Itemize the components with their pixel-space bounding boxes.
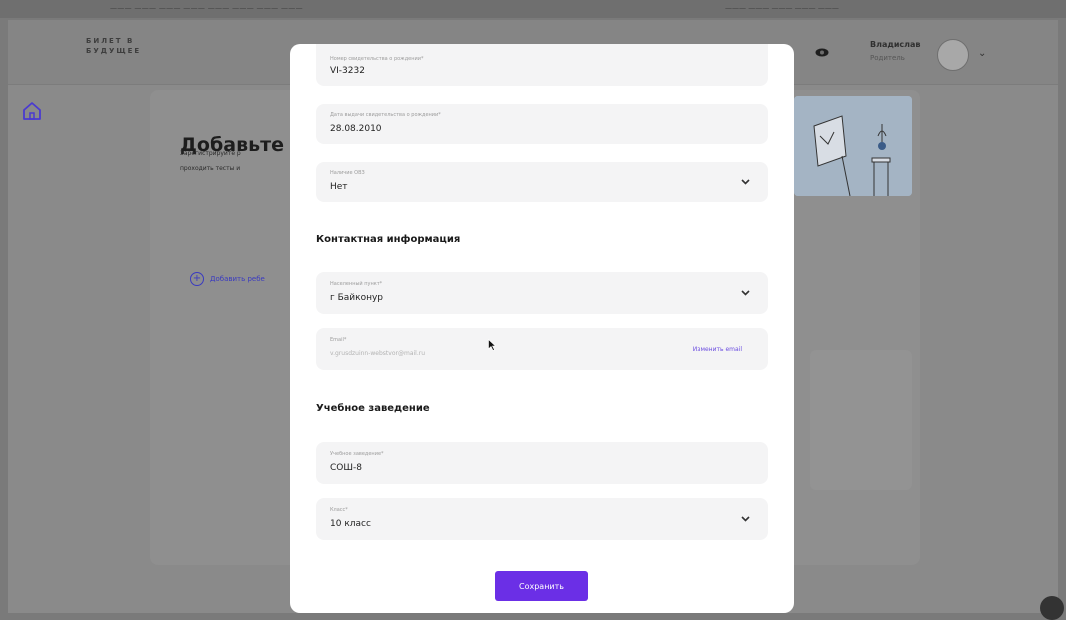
- user-name[interactable]: Владислав: [870, 40, 920, 49]
- education-section-title: Учебное заведение: [316, 403, 430, 414]
- field-value: 10 класс: [330, 519, 371, 529]
- email-field[interactable]: Email* v.grusdzuinn-webstvor@mail.ru Изм…: [316, 328, 768, 370]
- browser-top-strip: ——— ——— ——— ——— ——— ——— ——— ——— ——— ——— …: [0, 0, 1066, 18]
- class-select[interactable]: Класс* 10 класс: [316, 498, 768, 540]
- field-label: Дата выдачи свидетельства о рождении*: [330, 112, 441, 118]
- field-value: г Байконур: [330, 293, 383, 303]
- field-value: Нет: [330, 182, 348, 192]
- help-icon[interactable]: [1040, 596, 1064, 620]
- birth-certificate-number-field[interactable]: Номер свидетельства о рождении* VI-3232: [316, 44, 768, 86]
- save-button[interactable]: Сохранить: [495, 571, 588, 601]
- change-email-link[interactable]: Изменить email: [693, 346, 742, 353]
- illustration-image: [794, 96, 912, 196]
- user-role: Родитель: [870, 54, 905, 62]
- chevron-down-icon: [741, 290, 750, 296]
- locality-select[interactable]: Населенный пункт* г Байконур: [316, 272, 768, 314]
- chevron-down-icon: [741, 179, 750, 185]
- birth-certificate-date-field[interactable]: Дата выдачи свидетельства о рождении* 28…: [316, 104, 768, 144]
- disability-select[interactable]: Наличие ОВЗ Нет: [316, 162, 768, 202]
- home-icon[interactable]: [21, 100, 43, 122]
- eye-icon[interactable]: [815, 48, 829, 57]
- field-label: Класс*: [330, 507, 348, 513]
- add-child-link[interactable]: + Добавить ребе: [190, 272, 265, 286]
- edit-child-modal: Номер свидетельства о рождении* VI-3232 …: [290, 44, 794, 613]
- background-subtitle-line1: Зарегистрируйте р: [180, 150, 241, 157]
- site-logo[interactable]: БИЛЕТ В БУДУЩЕЕ: [86, 36, 141, 56]
- field-label: Наличие ОВЗ: [330, 170, 365, 176]
- background-side-panel: [810, 350, 912, 490]
- top-strip-right-text: ——— ——— ——— ——— ———: [725, 4, 839, 12]
- field-label: Учебное заведение*: [330, 451, 384, 457]
- field-value: v.grusdzuinn-webstvor@mail.ru: [330, 350, 426, 357]
- field-value: VI-3232: [330, 66, 365, 76]
- field-value: СОШ-8: [330, 463, 362, 473]
- mouse-cursor-icon: [488, 339, 496, 351]
- plus-circle-icon: +: [190, 272, 204, 286]
- top-strip-left-text: ——— ——— ——— ——— ——— ——— ——— ———: [110, 4, 303, 12]
- chevron-down-icon[interactable]: ⌄: [978, 48, 986, 59]
- contact-section-title: Контактная информация: [316, 234, 461, 245]
- field-value: 28.08.2010: [330, 124, 382, 134]
- chevron-down-icon: [741, 516, 750, 522]
- school-field[interactable]: Учебное заведение* СОШ-8: [316, 442, 768, 484]
- field-label: Email*: [330, 337, 347, 343]
- avatar[interactable]: [937, 39, 969, 71]
- background-subtitle-line2: проходить тесты и: [180, 165, 241, 172]
- add-child-label: Добавить ребе: [210, 275, 265, 283]
- field-label: Номер свидетельства о рождении*: [330, 56, 424, 62]
- field-label: Населенный пункт*: [330, 281, 383, 287]
